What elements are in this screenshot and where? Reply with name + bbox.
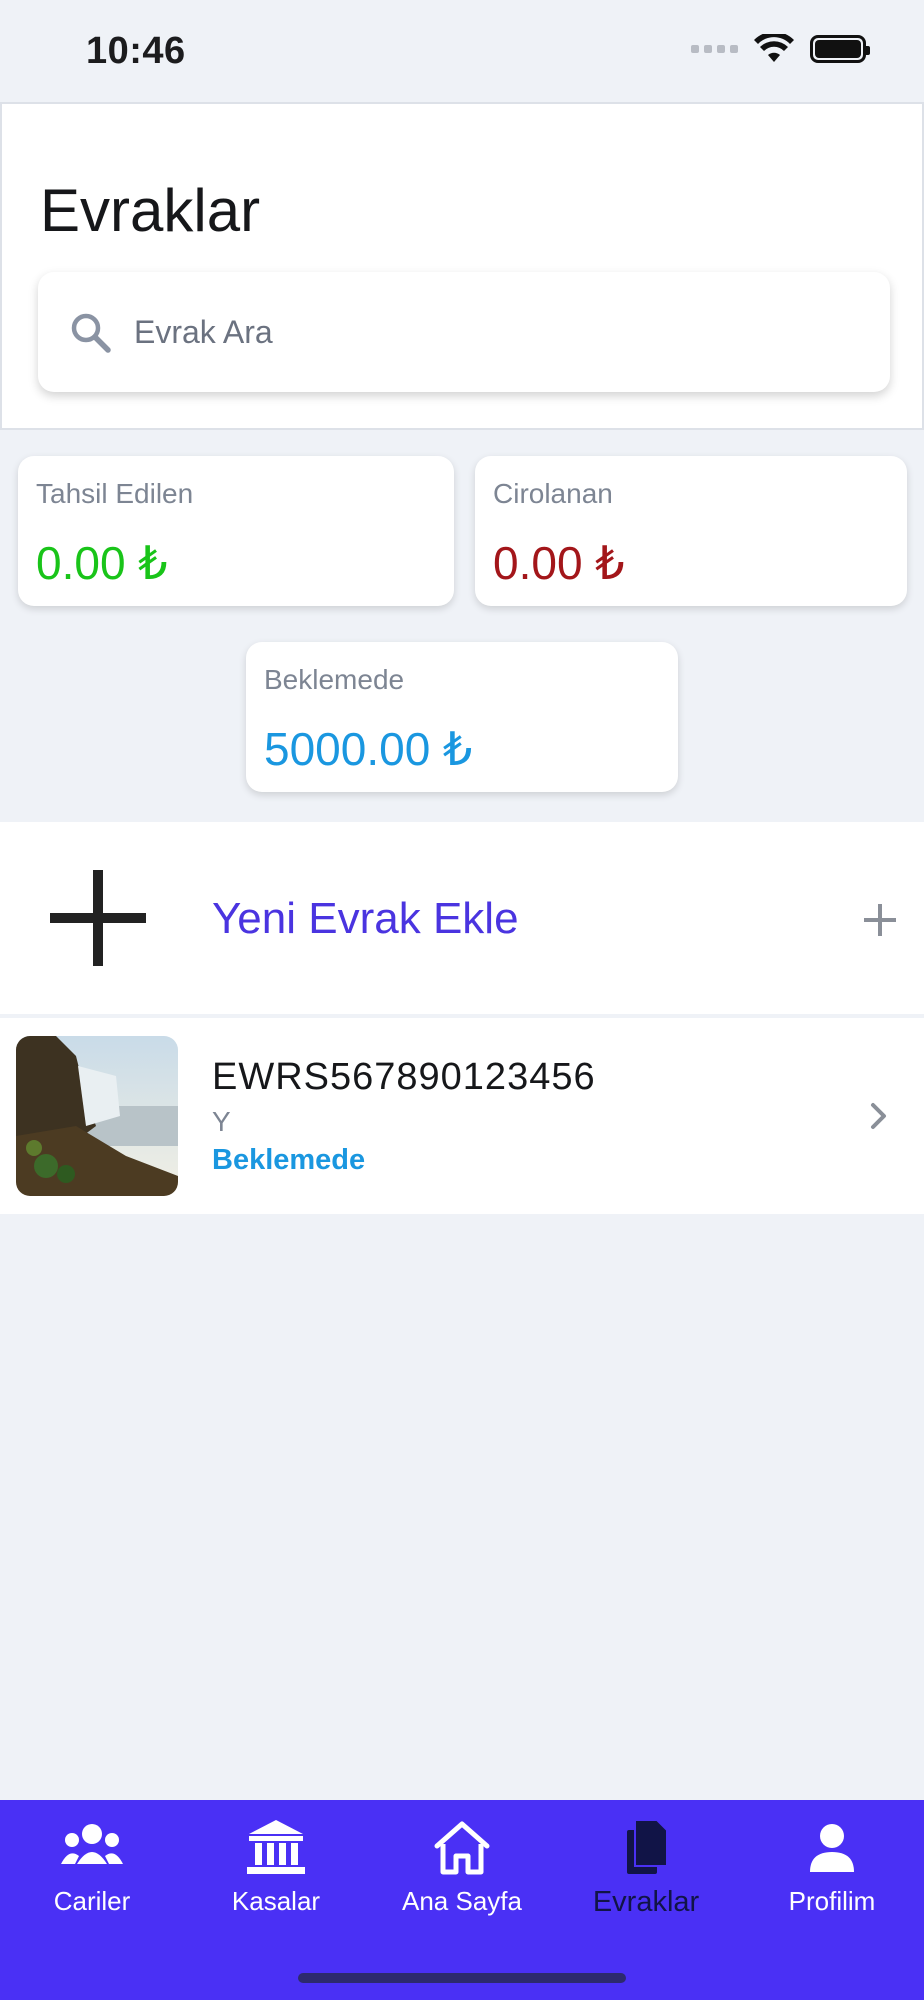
document-thumbnail [16, 1036, 178, 1196]
document-subtitle: Y [212, 1106, 231, 1137]
plus-icon [50, 870, 146, 966]
wifi-icon [754, 34, 794, 62]
tab-ana-sayfa[interactable]: Ana Sayfa [370, 1818, 554, 1928]
tab-cariler[interactable]: Cariler [0, 1818, 184, 1928]
home-icon [434, 1821, 490, 1875]
document-code: EWRS567890123456 [212, 1056, 596, 1098]
tab-label-ana-sayfa: Ana Sayfa [402, 1886, 522, 1916]
chevron-right-icon[interactable] [868, 1100, 890, 1132]
tab-bar: Cariler Kasalar Ana Sayfa Evraklar Profi… [0, 1800, 924, 2000]
stat-value-collected: 0.00 ₺ [36, 537, 168, 589]
home-indicator [298, 1973, 626, 1983]
tab-label-profilim: Profilim [788, 1886, 876, 1916]
bank-icon [247, 1820, 305, 1874]
tab-kasalar[interactable]: Kasalar [184, 1818, 368, 1928]
status-time: 10:46 [86, 30, 186, 72]
user-icon [810, 1824, 854, 1872]
add-plus-icon[interactable] [864, 904, 896, 936]
header-panel: Evraklar [0, 102, 924, 430]
add-document-row[interactable]: Yeni Evrak Ekle [0, 822, 924, 1014]
signal-icon [691, 45, 738, 53]
stat-value-endorsed: 0.00 ₺ [493, 537, 625, 589]
search-box[interactable] [38, 272, 890, 392]
stat-card-collected: Tahsil Edilen 0.00 ₺ [18, 456, 454, 606]
tab-label-evraklar: Evraklar [592, 1886, 700, 1918]
status-icons [691, 34, 870, 64]
document-list-item[interactable]: EWRS567890123456 Y Beklemede [0, 1018, 924, 1214]
stat-card-endorsed: Cirolanan 0.00 ₺ [475, 456, 907, 606]
stat-label-collected: Tahsil Edilen [36, 478, 194, 509]
status-bar: 10:46 [0, 0, 924, 102]
stat-label-endorsed: Cirolanan [493, 478, 613, 509]
document-status: Beklemede [212, 1144, 366, 1176]
tab-label-cariler: Cariler [53, 1886, 131, 1916]
page-title: Evraklar [40, 177, 261, 244]
documents-icon [627, 1819, 668, 1874]
stat-card-pending: Beklemede 5000.00 ₺ [246, 642, 678, 792]
tab-label-kasalar: Kasalar [231, 1886, 321, 1916]
tab-evraklar[interactable]: Evraklar [554, 1818, 738, 1928]
add-document-label: Yeni Evrak Ekle [212, 894, 519, 943]
search-input[interactable] [134, 313, 834, 351]
stat-value-pending: 5000.00 ₺ [264, 723, 473, 775]
battery-icon [810, 35, 870, 63]
users-icon [61, 1824, 123, 1864]
search-icon [71, 313, 111, 353]
tab-profilim[interactable]: Profilim [740, 1818, 924, 1928]
stat-label-pending: Beklemede [264, 664, 405, 695]
